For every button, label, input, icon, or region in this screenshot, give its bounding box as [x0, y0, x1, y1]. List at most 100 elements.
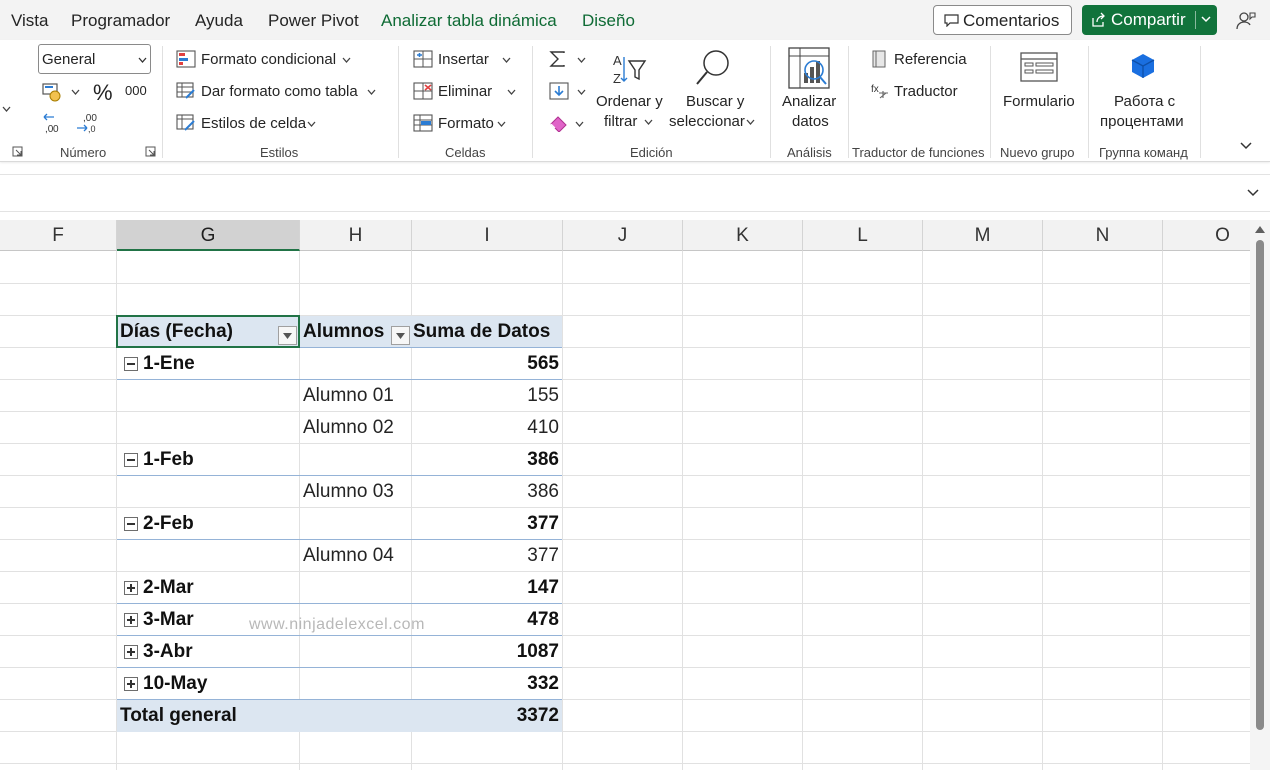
pivot-item-value: 377 [527, 545, 559, 566]
menu-tab-ayuda[interactable]: Ayuda [195, 11, 243, 31]
menu-tab-analizar-tabla-dinamica[interactable]: Analizar tabla dinámica [381, 11, 557, 31]
dialog-launcher-icon[interactable] [145, 146, 156, 157]
worksheet-grid[interactable]: F G H I J K L M N O Días (Fecha) Alumnos… [0, 220, 1250, 770]
column-header-i[interactable]: I [412, 220, 563, 251]
svg-text:fx: fx [871, 84, 879, 95]
chevron-down-icon[interactable] [307, 121, 316, 127]
comma-style-button[interactable]: 000 [125, 83, 147, 98]
pivot-group-value: 1087 [516, 641, 559, 662]
pivot-total-value: 3372 [516, 705, 559, 726]
chevron-down-icon[interactable] [577, 57, 586, 63]
increase-decimal-icon[interactable]: ,0 0 [42, 112, 64, 134]
menu-tab-programador[interactable]: Programador [71, 11, 170, 31]
pivot-group-value: 478 [527, 609, 559, 630]
collapse-toggle[interactable] [124, 517, 138, 531]
chevron-down-icon [746, 119, 755, 125]
watermark: www.ninjadelexcel.com [249, 616, 425, 633]
svg-text:,00: ,00 [83, 113, 97, 124]
fill-icon[interactable] [549, 82, 569, 100]
format-label[interactable]: Formato [438, 115, 494, 132]
dialog-launcher-icon[interactable] [12, 146, 23, 157]
column-header-h[interactable]: H [300, 220, 412, 251]
find-select-label-1: Buscar y [686, 93, 745, 110]
pivot-item-label: Alumno 04 [303, 545, 394, 566]
gridline [0, 411, 1250, 412]
expand-toggle[interactable] [124, 613, 138, 627]
comments-button[interactable]: Comentarios [933, 5, 1072, 35]
chevron-down-icon[interactable] [71, 89, 80, 95]
insert-label[interactable]: Insertar [438, 51, 489, 68]
chevron-down-icon[interactable] [2, 106, 11, 112]
accounting-format-icon[interactable] [42, 82, 64, 102]
cell-styles-label[interactable]: Estilos de celda [201, 115, 306, 132]
insert-cells-icon [413, 50, 433, 68]
percent-style-button[interactable]: % [93, 80, 113, 106]
svg-text:,0: ,0 [88, 124, 96, 134]
chevron-down-icon[interactable] [502, 57, 511, 63]
scrollbar-thumb[interactable] [1256, 240, 1264, 730]
form-label: Formulario [1003, 93, 1075, 110]
column-header-j[interactable]: J [563, 220, 683, 251]
clear-eraser-icon[interactable] [549, 114, 569, 132]
ribbon-separator [162, 46, 163, 158]
active-cell-selection[interactable] [116, 315, 300, 348]
reference-label[interactable]: Referencia [894, 51, 967, 68]
collapse-toggle[interactable] [124, 453, 138, 467]
pivot-group-value: 147 [527, 577, 559, 598]
pivot-group-value: 332 [527, 673, 559, 694]
chevron-down-icon[interactable] [367, 89, 376, 95]
column-header-k[interactable]: K [683, 220, 803, 251]
sort-filter-button[interactable]: AZ Ordenar y filtrar [590, 46, 668, 140]
collapse-ribbon-icon[interactable] [1240, 142, 1252, 150]
menu-tab-diseno[interactable]: Diseño [582, 11, 635, 31]
group-label-grupo-comand: Группа команд [1099, 145, 1188, 160]
menu-tab-power-pivot[interactable]: Power Pivot [268, 11, 359, 31]
chevron-down-icon[interactable] [1201, 14, 1211, 24]
filter-dropdown-alumnos[interactable] [391, 326, 410, 345]
column-header-m[interactable]: M [923, 220, 1043, 251]
chevron-down-icon[interactable] [507, 89, 516, 95]
translator-label[interactable]: Traductor [894, 83, 958, 100]
search-icon [696, 50, 729, 85]
cube-icon [1131, 54, 1155, 78]
format-as-table-label[interactable]: Dar formato como tabla [201, 83, 358, 100]
formula-bar[interactable] [0, 174, 1270, 212]
person-feedback-icon[interactable] [1235, 10, 1257, 32]
share-button[interactable]: Compartir [1082, 5, 1217, 35]
chevron-down-icon[interactable] [342, 57, 351, 63]
form-icon [1020, 52, 1058, 82]
chevron-down-icon[interactable] [497, 121, 506, 127]
menu-tab-vista[interactable]: Vista [11, 11, 49, 31]
number-format-select[interactable]: General [38, 44, 151, 74]
ribbon-separator [1200, 46, 1201, 158]
svg-text:A: A [613, 53, 622, 68]
find-select-button[interactable]: Buscar y seleccionar [668, 46, 760, 140]
percent-work-button[interactable]: Работа с процентами [1094, 46, 1194, 140]
pivot-header-alumnos: Alumnos [303, 321, 385, 342]
column-header-l[interactable]: L [803, 220, 923, 251]
expand-formula-bar-icon[interactable] [1247, 189, 1259, 197]
expand-toggle[interactable] [124, 645, 138, 659]
decrease-decimal-icon[interactable]: ,00,0 [75, 112, 97, 134]
gridline [802, 251, 803, 770]
expand-toggle[interactable] [124, 581, 138, 595]
autosum-icon[interactable] [549, 50, 567, 68]
pivot-header-suma: Suma de Datos [413, 321, 551, 342]
delete-label[interactable]: Eliminar [438, 83, 492, 100]
delete-cells-icon [413, 82, 433, 100]
group-label-estilos: Estilos [260, 145, 299, 160]
chevron-down-icon [138, 57, 147, 63]
chevron-down-icon[interactable] [575, 121, 584, 127]
column-header-f[interactable]: F [0, 220, 117, 251]
expand-toggle[interactable] [124, 677, 138, 691]
analyze-data-button[interactable]: Analizar datos [776, 46, 842, 140]
chevron-down-icon[interactable] [577, 89, 586, 95]
column-header-g[interactable]: G [117, 220, 300, 251]
conditional-formatting-label[interactable]: Formato condicional [201, 51, 336, 68]
sort-filter-icon: AZ [613, 53, 647, 86]
column-header-n[interactable]: N [1043, 220, 1163, 251]
collapse-toggle[interactable] [124, 357, 138, 371]
vertical-scrollbar[interactable] [1250, 220, 1270, 770]
form-button[interactable]: Formulario [996, 46, 1082, 140]
scroll-up-icon[interactable] [1255, 226, 1265, 233]
